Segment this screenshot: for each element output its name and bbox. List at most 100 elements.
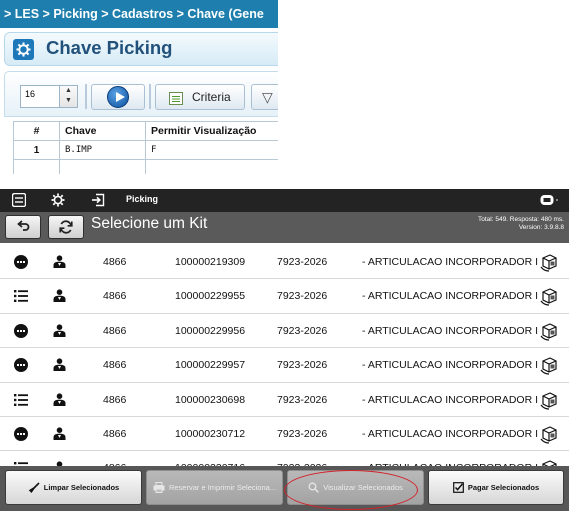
row-reference: 7923-2026 <box>277 393 328 406</box>
row-code: 4866 <box>103 290 127 303</box>
menu-icon[interactable] <box>12 193 26 207</box>
row-code: 4866 <box>103 256 127 268</box>
clear-selected-label: Limpar Selecionados <box>43 483 120 492</box>
chave-table: # Chave Permitir Visualização 1 B.IMP F <box>13 121 278 174</box>
row-barcode: 100000229957 <box>175 359 246 372</box>
desktop-panel: > LES > Picking > Cadastros > Chave (Gen… <box>0 0 278 176</box>
table-row-empty <box>13 159 278 174</box>
logout-icon[interactable] <box>91 193 105 207</box>
page-title-bar: Chave Picking <box>4 32 278 66</box>
user-icon <box>53 255 66 268</box>
criteria-button[interactable]: Criteria <box>155 84 245 110</box>
row-reference: 7923-2026 <box>277 359 328 372</box>
screenshot-composite: > LES > Picking > Cadastros > Chave (Gen… <box>0 0 569 511</box>
col-header-permitir[interactable]: Permitir Visualização <box>145 121 278 141</box>
row-reference: 7923-2026 <box>277 290 328 303</box>
row-code: 4866 <box>103 359 127 372</box>
status-info: Total: 549. Resposta: 480 ms. Version: 3… <box>478 216 564 232</box>
stepper-arrows[interactable]: ▲ ▼ <box>59 86 77 107</box>
more-options-icon[interactable] <box>14 426 28 441</box>
user-icon <box>53 289 66 303</box>
back-icon <box>17 220 30 231</box>
checkbox-icon <box>452 482 464 493</box>
list-item[interactable]: 4866 100000229957 7923-2026 - ARTICULACAO I… <box>0 348 569 383</box>
pay-selected-label: Pagar Selecionados <box>467 483 540 492</box>
mobile-app: Picking Selecione um Kit Total: 549. Res… <box>0 189 569 511</box>
page-size-value[interactable]: 16 <box>25 89 35 99</box>
list-item[interactable]: 4866 100000229955 7923-2026 - ARTICULACAO I… <box>0 279 569 314</box>
kit-box-icon[interactable] <box>540 252 558 272</box>
row-reference: 7923-2026 <box>277 324 328 337</box>
row-description: - ARTICULACAO INCORPORADOR I <box>362 256 538 268</box>
status-total: Total: 549. Resposta: 480 ms. <box>478 216 564 223</box>
row-barcode: 100000230698 <box>175 393 246 406</box>
criteria-icon <box>169 92 183 105</box>
list-icon[interactable] <box>14 290 28 303</box>
criteria-label: Criteria <box>192 90 231 104</box>
connection-icon[interactable] <box>540 193 560 207</box>
kit-box-icon[interactable] <box>540 424 558 444</box>
clear-selected-button[interactable]: Limpar Selecionados <box>5 470 142 505</box>
kit-box-icon[interactable] <box>540 321 558 341</box>
row-code: 4866 <box>103 324 127 337</box>
app-header: Selecione um Kit Total: 549. Resposta: 4… <box>0 212 569 243</box>
page-size-stepper[interactable]: 16 ▲ ▼ <box>20 85 78 108</box>
header-title: Selecione um Kit <box>91 215 208 232</box>
row-description: - ARTICULACAO INCORPORADOR I <box>362 359 538 372</box>
stepper-up-icon[interactable]: ▲ <box>60 86 77 96</box>
list-icon[interactable] <box>14 393 28 406</box>
more-options-icon[interactable] <box>14 255 28 269</box>
toolbar: 16 ▲ ▼ Criteria ▽ <box>4 71 278 117</box>
row-barcode: 100000219309 <box>175 256 246 268</box>
page-title: Chave Picking <box>46 37 173 58</box>
refresh-icon <box>59 220 73 234</box>
row-barcode: 100000229955 <box>175 290 246 303</box>
broom-icon <box>28 481 40 493</box>
play-icon <box>107 86 129 108</box>
table-header-row: # Chave Permitir Visualização <box>13 121 278 141</box>
pay-selected-button[interactable]: Pagar Selecionados <box>428 470 564 505</box>
more-options-icon[interactable] <box>14 358 28 373</box>
list-item[interactable]: 4866 100000230712 7923-2026 - ARTICULACAO I… <box>0 416 569 452</box>
reserve-print-button[interactable]: Reservar e Imprimir Seleciona... <box>146 470 283 505</box>
table-row[interactable]: 1 B.IMP F <box>13 140 278 160</box>
settings-icon[interactable] <box>51 193 65 207</box>
row-reference: 7923-2026 <box>277 427 328 440</box>
kit-box-icon[interactable] <box>540 286 558 307</box>
row-barcode: 100000229956 <box>175 324 246 337</box>
kit-list: 4866 100000219309 7923-2026 - ARTICULACAO I… <box>0 245 569 486</box>
row-num: 1 <box>13 140 60 160</box>
row-code: 4866 <box>103 393 127 406</box>
breadcrumb[interactable]: > LES > Picking > Cadastros > Chave (Gen… <box>0 0 278 28</box>
app-topbar-title: Picking <box>126 194 159 204</box>
user-icon <box>53 358 66 372</box>
more-options-icon[interactable] <box>14 323 28 338</box>
list-item[interactable]: 4866 100000230698 7923-2026 - ARTICULACAO I… <box>0 382 569 417</box>
status-version: Version: 3.9.8.8 <box>518 224 564 231</box>
row-barcode: 100000230712 <box>175 427 246 440</box>
stepper-down-icon[interactable]: ▼ <box>60 96 77 106</box>
refresh-button[interactable] <box>48 215 84 239</box>
col-header-chave[interactable]: Chave <box>59 121 146 141</box>
filter-icon: ▽ <box>262 89 273 105</box>
row-chave: B.IMP <box>59 140 146 160</box>
row-description: - ARTICULACAO INCORPORADOR I <box>362 324 538 337</box>
user-icon <box>53 324 66 337</box>
col-header-num[interactable]: # <box>13 121 60 141</box>
row-reference: 7923-2026 <box>277 256 328 268</box>
list-item[interactable]: 4866 100000219309 7923-2026 - ARTICULACAO I… <box>0 245 569 280</box>
row-description: - ARTICULACAO INCORPORADOR I <box>362 290 538 303</box>
row-permitir: F <box>145 140 278 160</box>
annotation-circle <box>284 470 418 510</box>
row-description: - ARTICULACAO INCORPORADOR I <box>362 427 538 440</box>
filter-button[interactable]: ▽ <box>251 84 278 110</box>
row-code: 4866 <box>103 427 127 440</box>
kit-box-icon[interactable] <box>540 355 558 375</box>
toolbar-divider <box>149 84 151 109</box>
reserve-print-label: Reservar e Imprimir Seleciona... <box>168 483 277 492</box>
run-button[interactable] <box>91 84 145 110</box>
kit-box-icon[interactable] <box>540 390 558 410</box>
back-button[interactable] <box>5 215 41 239</box>
list-item[interactable]: 4866 100000229956 7923-2026 - ARTICULACAO I… <box>0 313 569 349</box>
app-topbar: Picking <box>0 189 569 212</box>
